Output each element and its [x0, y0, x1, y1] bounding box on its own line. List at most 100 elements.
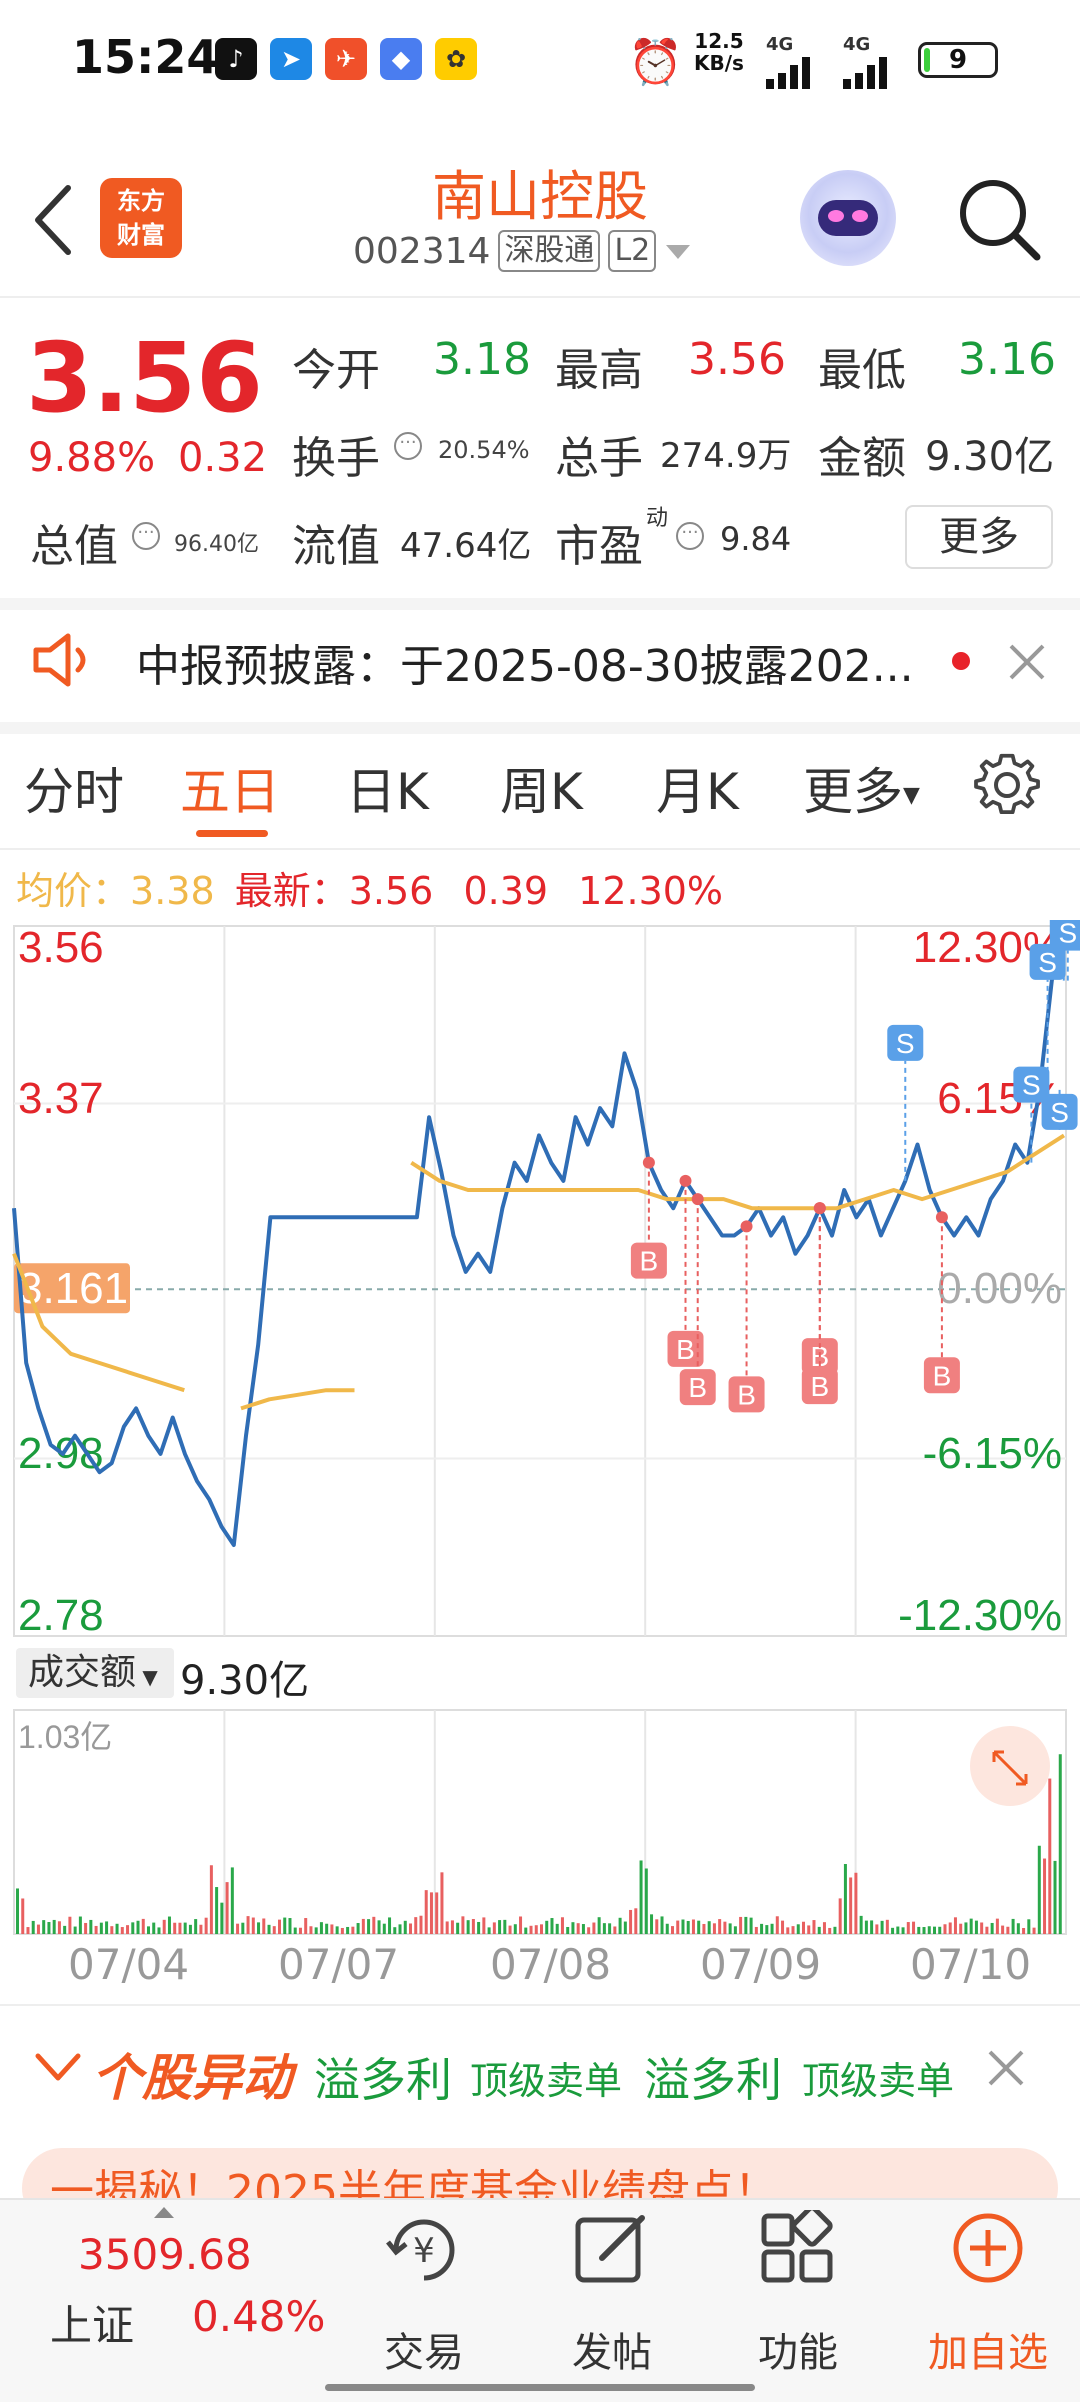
- more-quote-button[interactable]: 更多: [905, 505, 1053, 569]
- alert-item[interactable]: 顶级卖单: [470, 2050, 622, 2105]
- volume-bar: [393, 1927, 397, 1934]
- info-dots-icon[interactable]: ···: [676, 522, 704, 550]
- stock-code-row[interactable]: 002314 深股通 L2: [353, 230, 692, 272]
- battery-level: 9: [948, 45, 968, 75]
- volume-bar: [414, 1917, 418, 1934]
- volume-bar: [162, 1919, 166, 1934]
- volume-bar: [188, 1924, 192, 1934]
- alert-item[interactable]: 顶级卖单: [802, 2050, 954, 2105]
- volume-bar: [42, 1920, 46, 1934]
- volume-bar: [356, 1923, 360, 1934]
- volume-bar: [361, 1918, 365, 1934]
- net-speed-value: 12.5: [694, 29, 744, 53]
- close-icon[interactable]: [1005, 640, 1049, 684]
- alert-item[interactable]: 溢多利: [314, 2044, 452, 2110]
- tab-more[interactable]: 更多▼: [803, 752, 920, 824]
- connect-tag: 深股通: [498, 230, 601, 272]
- volume-bar: [927, 1926, 931, 1934]
- info-dots-icon[interactable]: ···: [394, 432, 422, 460]
- volume-bar: [555, 1923, 559, 1934]
- settings-gear-icon[interactable]: [974, 752, 1040, 818]
- buy-marker-label: B: [688, 1372, 707, 1403]
- tab-daily-k[interactable]: 日K: [346, 752, 429, 824]
- volume-bar: [896, 1926, 900, 1934]
- high-label: 最高: [555, 345, 643, 396]
- sell-marker-label: S: [1058, 920, 1077, 949]
- buy-marker-label: B: [640, 1246, 659, 1277]
- volume-bar: [676, 1920, 680, 1934]
- announcement-text[interactable]: 中报预披露：于2025-08-30披露202...: [136, 630, 914, 694]
- chevron-down-icon[interactable]: [34, 2050, 82, 2086]
- active-tab-indicator: [196, 830, 268, 837]
- index-name[interactable]: 上证: [50, 2292, 134, 2353]
- volume-bar: [754, 1926, 758, 1934]
- index-value[interactable]: 3509.68: [78, 2230, 252, 2279]
- y-tick-label: 3.37: [18, 1074, 104, 1123]
- signal-2: 4G: [843, 34, 909, 95]
- y-tick-label-right: -12.30%: [898, 1591, 1062, 1640]
- volume-selector-label: 成交额: [28, 1652, 137, 1693]
- volume-bar: [634, 1908, 638, 1934]
- low-label: 最低: [818, 345, 906, 396]
- volume-bar: [519, 1916, 523, 1934]
- trade-yen-icon[interactable]: ¥: [384, 2210, 464, 2290]
- add-watchlist-icon[interactable]: [948, 2210, 1028, 2290]
- tab-five-day[interactable]: 五日: [180, 752, 280, 824]
- nav-trade[interactable]: 交易: [354, 2320, 494, 2378]
- volume-bar: [503, 1919, 507, 1934]
- volume-total: 9.30亿: [180, 1658, 310, 1704]
- volume-bar: [875, 1924, 879, 1934]
- close-icon[interactable]: [984, 2046, 1028, 2090]
- volume-selector[interactable]: 成交额 ▼: [16, 1648, 174, 1698]
- tab-weekly-k[interactable]: 周K: [500, 752, 583, 824]
- volume-value: 274.9万: [660, 436, 792, 476]
- turnover-label: 换手: [292, 433, 380, 484]
- tab-intraday[interactable]: 分时: [24, 752, 124, 824]
- volume-bar: [791, 1926, 795, 1934]
- volume-bar: [613, 1926, 617, 1934]
- volume-bar: [372, 1916, 376, 1934]
- volume-bar: [57, 1921, 61, 1934]
- post-edit-icon[interactable]: [572, 2210, 652, 2290]
- date-label: 07/09: [700, 1940, 822, 1989]
- info-dots-icon[interactable]: ···: [132, 522, 160, 550]
- nav-add-watchlist[interactable]: 加自选: [918, 2320, 1058, 2378]
- alert-item[interactable]: 溢多利: [644, 2044, 782, 2110]
- five-day-chart[interactable]: 3.563.373.1612.982.7812.30%6.15%0.00%-6.…: [0, 920, 1080, 2020]
- volume-bar: [152, 1922, 156, 1934]
- functions-grid-icon[interactable]: [758, 2210, 838, 2290]
- assistant-robot-icon[interactable]: [800, 170, 896, 266]
- volume-bar: [409, 1923, 412, 1934]
- nav-functions[interactable]: 功能: [728, 2320, 868, 2378]
- volume-bar: [691, 1919, 695, 1934]
- current-price: 3.56: [26, 322, 263, 434]
- volume-bar: [94, 1925, 98, 1934]
- unread-dot: [952, 652, 970, 670]
- volume-bar: [267, 1924, 271, 1934]
- volume-bar: [105, 1921, 109, 1934]
- tab-monthly-k[interactable]: 月K: [656, 752, 739, 824]
- index-percent[interactable]: 0.48%: [192, 2292, 325, 2341]
- avg-price-value: 3.38: [130, 869, 215, 913]
- y-tick-label-right: 0.00%: [937, 1264, 1062, 1313]
- volume-bar: [1001, 1925, 1005, 1934]
- nav-post[interactable]: 发帖: [542, 2320, 682, 2378]
- volume-bar: [52, 1919, 56, 1934]
- header-divider: [0, 296, 1080, 298]
- volume-bar: [980, 1922, 984, 1934]
- volume-bar: [68, 1916, 72, 1934]
- signal-1: 4G: [766, 34, 832, 95]
- volume-bar: [1032, 1927, 1036, 1934]
- volume-bar: [712, 1923, 716, 1934]
- volume-bar: [257, 1922, 261, 1934]
- search-icon[interactable]: [955, 175, 1045, 265]
- latest-value: 3.56: [348, 869, 434, 913]
- home-indicator[interactable]: [325, 2384, 755, 2391]
- volume-bar: [770, 1923, 774, 1934]
- volume-bar: [985, 1926, 989, 1934]
- avg-price-label: 均价：: [16, 869, 131, 913]
- volume-bar: [922, 1927, 926, 1934]
- volume-bar: [288, 1918, 292, 1934]
- volume-bar: [529, 1925, 533, 1934]
- volume-bar: [340, 1927, 344, 1934]
